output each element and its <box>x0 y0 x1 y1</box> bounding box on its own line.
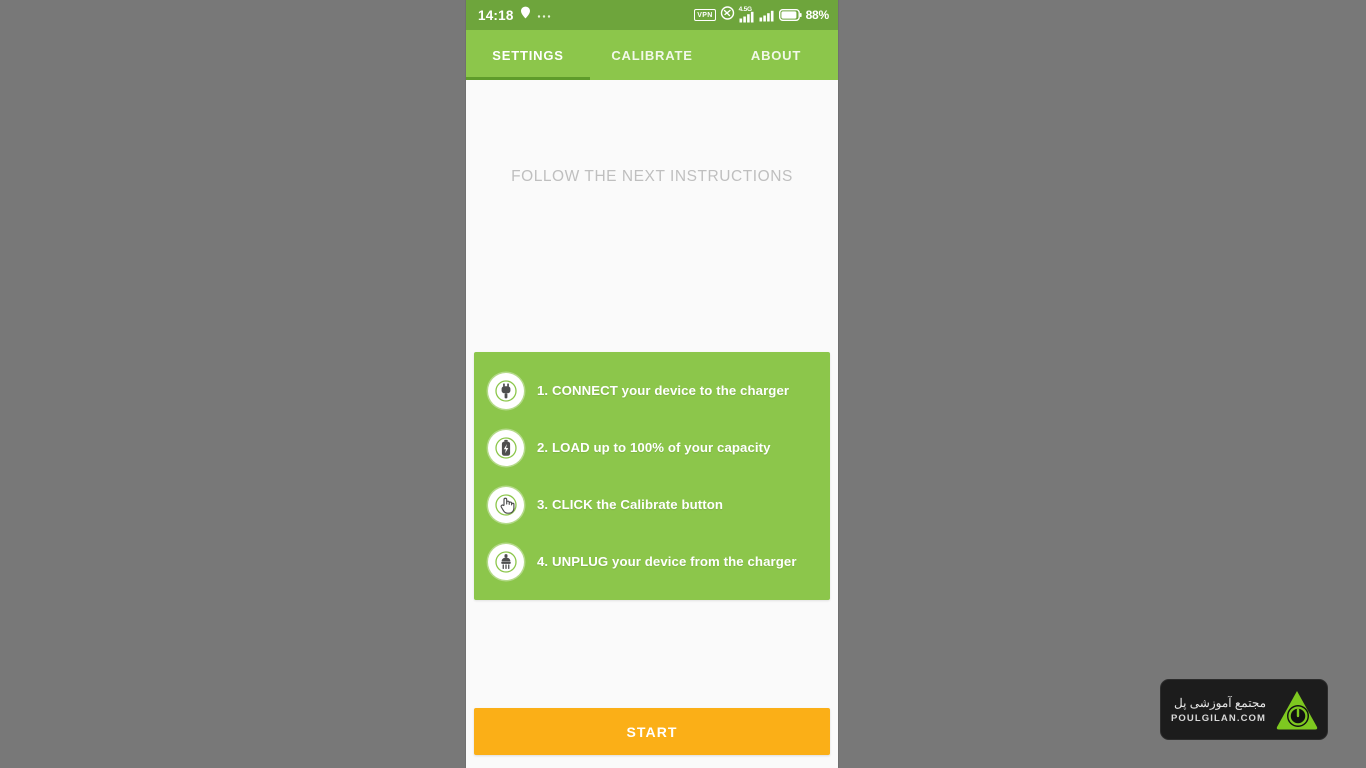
watermark-site-label: POULGILAN.COM <box>1171 712 1267 724</box>
status-bar-right: VPN 4.5G 88% <box>694 5 830 25</box>
link-icon <box>720 5 735 25</box>
instruction-text: 4. UNPLUG your device from the charger <box>537 554 797 569</box>
instruction-text: 3. CLICK the Calibrate button <box>537 497 724 512</box>
unplug-icon <box>488 543 524 580</box>
status-bar: 14:18 VPN 4.5G 88% <box>466 0 838 30</box>
list-item: 3. CLICK the Calibrate button <box>474 476 830 533</box>
tab-bar: SETTINGS CALIBRATE ABOUT <box>466 30 838 80</box>
tab-settings[interactable]: SETTINGS <box>466 30 590 80</box>
list-item: 2. LOAD up to 100% of your capacity <box>474 419 830 476</box>
battery-charging-icon <box>488 429 524 466</box>
watermark: مجتمع آموزشی پل POULGILAN.COM <box>1160 679 1328 740</box>
signal-bars-icon-secondary <box>759 9 775 22</box>
location-pin-icon <box>520 6 531 24</box>
signal-bars-icon: 4.5G <box>738 5 755 23</box>
vpn-icon: VPN <box>694 8 716 22</box>
watermark-text: مجتمع آموزشی پل POULGILAN.COM <box>1171 696 1266 724</box>
start-button[interactable]: START <box>474 708 830 755</box>
page-title: FOLLOW THE NEXT INSTRUCTIONS <box>511 168 793 185</box>
list-item: 4. UNPLUG your device from the charger <box>474 533 830 590</box>
power-triangle-logo-icon <box>1275 688 1319 732</box>
tab-calibrate[interactable]: CALIBRATE <box>590 30 714 80</box>
list-item: 1. CONNECT your device to the charger <box>474 362 830 419</box>
status-bar-clock: 14:18 <box>478 7 514 23</box>
watermark-persian-label: مجتمع آموزشی پل <box>1174 695 1267 710</box>
main-content: FOLLOW THE NEXT INSTRUCTIONS 1. CONNECT … <box>466 80 838 768</box>
more-dots-icon <box>537 6 551 24</box>
battery-percent-label: 88% <box>805 8 830 22</box>
tab-about[interactable]: ABOUT <box>714 30 838 80</box>
instruction-text: 1. CONNECT your device to the charger <box>537 383 790 398</box>
instruction-text: 2. LOAD up to 100% of your capacity <box>537 440 771 455</box>
click-hand-icon <box>488 486 524 523</box>
battery-icon <box>778 9 802 21</box>
power-plug-icon <box>488 372 524 409</box>
network-type-label: 4.5G <box>738 5 753 13</box>
instructions-card: 1. CONNECT your device to the charger 2.… <box>474 352 830 600</box>
status-bar-left: 14:18 <box>478 6 551 24</box>
phone-screen: 14:18 VPN 4.5G 88% SETTINGS CALIBRATE AB… <box>466 0 838 768</box>
